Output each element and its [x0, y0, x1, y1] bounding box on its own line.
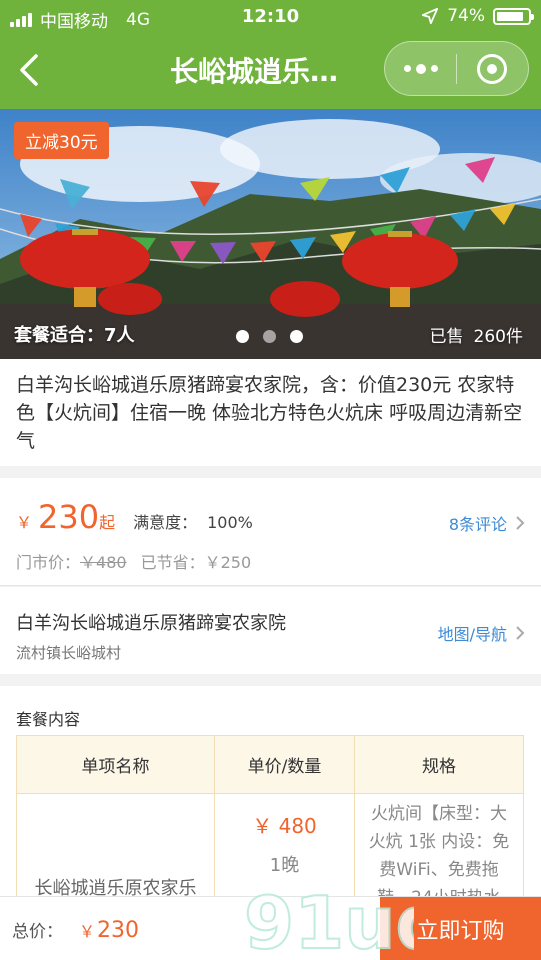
battery-percent: 74%: [447, 6, 485, 26]
original-price-label: 门市价：: [16, 553, 81, 572]
mini-program-capsule: [384, 41, 529, 96]
column-header-spec: 规格: [422, 757, 456, 777]
nav-bar: 长峪城逍乐…: [0, 34, 541, 109]
map-navigation-label: 地图/导航: [437, 625, 507, 644]
suits-value: 7人: [104, 325, 135, 346]
satisfaction: 满意度： 100%: [133, 509, 253, 533]
sold-value: 260件: [473, 327, 523, 347]
original-price: ￥480: [80, 553, 127, 572]
venue-name: 白羊沟长峪城逍乐原猪蹄宴农家院: [16, 613, 286, 634]
back-arrow-icon[interactable]: [14, 52, 46, 88]
satisfaction-value: 100%: [207, 513, 253, 532]
target-icon: [477, 53, 508, 84]
column-header-price: 单价/数量: [215, 736, 355, 793]
dot-icon: [430, 65, 438, 72]
status-right: 74%: [421, 6, 534, 26]
reviews-label: 8条评论: [448, 515, 507, 534]
close-mini-program-button[interactable]: [457, 42, 528, 95]
venue-location: 流村镇长峪城村: [16, 644, 122, 662]
discount-tag: 立减30元: [14, 122, 109, 159]
price-section: ￥ 230 起 满意度： 100% 8条评论 门市价： ￥480 已节省： ￥25…: [0, 478, 541, 586]
total-label: 总价：: [12, 922, 63, 942]
address-section[interactable]: 白羊沟长峪城逍乐原猪蹄宴农家院 流村镇长峪城村 地图/导航: [0, 587, 541, 674]
package-suits-label: 套餐适合：7人: [14, 321, 135, 347]
buy-now-button[interactable]: 立即订购: [380, 897, 541, 960]
price-value: 230: [38, 498, 100, 536]
price-row: ￥ 230 起 满意度： 100%: [16, 498, 253, 536]
location-arrow-icon: [422, 7, 439, 25]
sold-count: 已售 260件: [430, 322, 523, 347]
item-qty: 1晚: [269, 855, 300, 876]
item-price: ￥ 480: [252, 814, 317, 838]
table-header: 单项名称 单价/数量 规格: [17, 736, 523, 794]
product-title: 白羊沟长峪城逍乐原猪蹄宴农家院，含：价值230元 农家特色【火炕间】住宿一晚 体…: [16, 374, 523, 452]
dot-icon: [403, 65, 411, 72]
carousel-dot-2[interactable]: [263, 330, 276, 343]
total-price: 总价： ￥230: [12, 917, 139, 943]
suits-label: 套餐适合：: [14, 325, 104, 346]
sold-label: 已售: [429, 327, 464, 347]
carousel-dot-1[interactable]: [236, 330, 249, 343]
status-bar: 中国移动 4G 12:10 74%: [0, 0, 541, 34]
section-title: 套餐内容: [16, 710, 81, 729]
photo-carousel[interactable]: 立减30元 套餐适合：7人 已售 260件: [0, 109, 541, 359]
currency-symbol: ￥: [16, 513, 33, 532]
dot-icon: [415, 63, 426, 74]
price-suffix: 起: [99, 513, 116, 532]
carousel-dot-3[interactable]: [290, 330, 303, 343]
page-title: 长峪城逍乐…: [170, 55, 339, 88]
product-title-section: 白羊沟长峪城逍乐原猪蹄宴农家院，含：价值230元 农家特色【火炕间】住宿一晚 体…: [0, 359, 541, 466]
checkout-bar: 总价： ￥230 立即订购: [0, 896, 541, 960]
saved-label: 已节省：: [140, 553, 205, 572]
map-navigation-link[interactable]: 地图/导航: [438, 621, 525, 645]
carousel-indicator: [236, 330, 303, 343]
chevron-right-icon: [516, 516, 525, 530]
chevron-right-icon: [516, 626, 525, 640]
currency-symbol: ￥: [79, 922, 96, 941]
more-options-button[interactable]: [385, 42, 456, 95]
total-value: 230: [97, 918, 140, 943]
battery-icon: [493, 7, 534, 25]
original-price-row: 门市价： ￥480 已节省： ￥250: [16, 549, 251, 573]
column-header-name: 单项名称: [17, 736, 215, 793]
saved-value: ￥250: [204, 553, 252, 572]
reviews-link[interactable]: 8条评论: [449, 511, 525, 535]
satisfaction-label: 满意度：: [133, 513, 198, 532]
top-bar: 中国移动 4G 12:10 74% 长峪城逍乐…: [0, 0, 541, 109]
